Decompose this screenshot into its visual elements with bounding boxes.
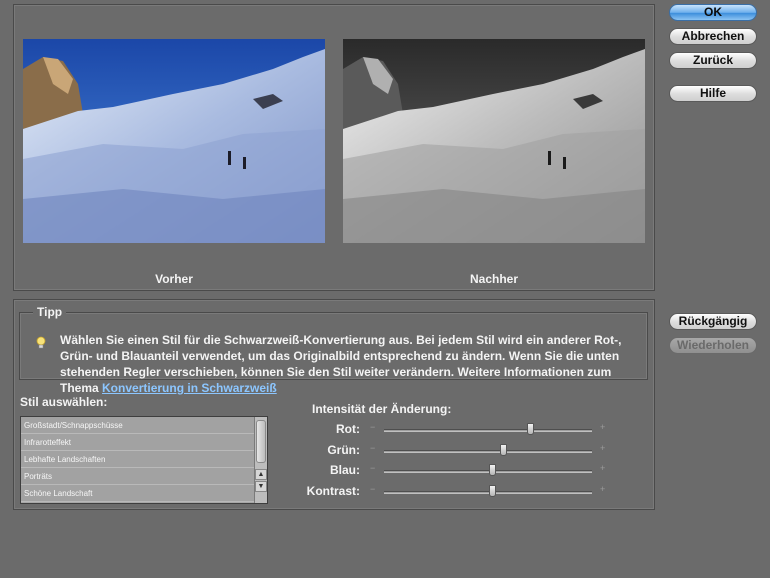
preview-panel: Vorher Nachher [13, 4, 655, 291]
plus-icon: + [600, 484, 606, 494]
green-slider-row: Grün: − + [300, 441, 620, 459]
blue-slider[interactable] [384, 464, 592, 476]
green-slider[interactable] [384, 444, 592, 456]
plus-icon: + [600, 422, 606, 432]
before-image [23, 39, 325, 243]
minus-icon: − [370, 422, 376, 432]
style-list[interactable]: Großstadt/Schnappschüsse Infrarotteffekt… [20, 416, 268, 504]
blue-slider-label: Blau: [330, 463, 360, 477]
blue-slider-row: Blau: − + [300, 461, 620, 479]
lightbulb-icon [36, 336, 46, 349]
list-scrollbar[interactable]: ▲ ▼ [254, 417, 267, 503]
slider-thumb[interactable] [526, 423, 534, 435]
red-slider[interactable] [384, 423, 592, 435]
contrast-slider-row: Kontrast: − + [300, 482, 620, 500]
slider-thumb[interactable] [489, 464, 497, 476]
red-slider-row: Rot: − + [300, 420, 620, 438]
scroll-up-icon[interactable]: ▲ [255, 469, 267, 480]
minus-icon: − [370, 484, 376, 494]
contrast-slider-label: Kontrast: [306, 484, 360, 498]
redo-button: Wiederholen [669, 337, 757, 354]
green-slider-label: Grün: [327, 443, 360, 457]
bw-conversion-link[interactable]: Konvertierung in Schwarzweiß [102, 381, 277, 395]
plus-icon: + [600, 443, 606, 453]
help-button[interactable]: Hilfe [669, 85, 757, 102]
list-item[interactable]: Lebhafte Landschaften [21, 451, 254, 468]
after-image [343, 39, 645, 243]
slider-thumb[interactable] [489, 485, 497, 497]
contrast-slider[interactable] [384, 485, 592, 497]
minus-icon: − [370, 443, 376, 453]
minus-icon: − [370, 463, 376, 473]
list-item[interactable]: Großstadt/Schnappschüsse [21, 417, 254, 434]
slider-thumb[interactable] [499, 444, 507, 456]
style-select-label: Stil auswählen: [20, 395, 108, 409]
before-label: Vorher [155, 272, 193, 286]
list-item[interactable]: Infrarotteffekt [21, 434, 254, 451]
list-item[interactable]: Porträts [21, 468, 254, 485]
cancel-button[interactable]: Abbrechen [669, 28, 757, 45]
tip-title: Tipp [33, 305, 67, 319]
red-slider-label: Rot: [336, 422, 360, 436]
plus-icon: + [600, 463, 606, 473]
back-button[interactable]: Zurück [669, 52, 757, 69]
tip-text: Wählen Sie einen Stil für die Schwarzwei… [60, 332, 640, 396]
intensity-label: Intensität der Änderung: [312, 402, 452, 416]
after-label: Nachher [469, 272, 519, 286]
ok-button[interactable]: OK [669, 4, 757, 21]
list-item[interactable]: Schöne Landschaft [21, 485, 254, 502]
scroll-down-icon[interactable]: ▼ [255, 481, 267, 492]
scroll-thumb[interactable] [256, 420, 266, 463]
undo-button[interactable]: Rückgängig [669, 313, 757, 330]
